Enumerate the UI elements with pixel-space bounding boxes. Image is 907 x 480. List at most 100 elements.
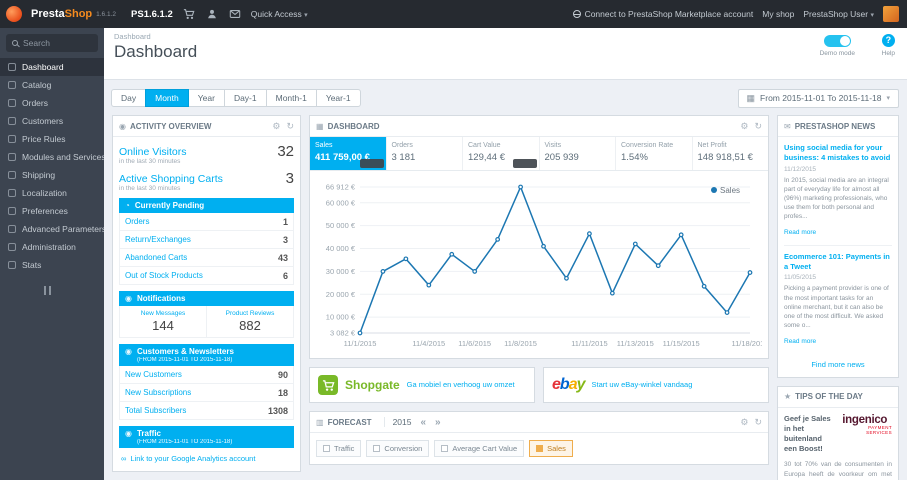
kpi-tab[interactable]: Conversion Rate 1.54%	[616, 137, 693, 170]
customers-row[interactable]: New Subscriptions 18	[119, 384, 294, 402]
notification-label[interactable]: New Messages	[122, 310, 204, 317]
refresh-icon[interactable]: ↻	[286, 121, 294, 132]
kpi-value: 205 939	[544, 152, 579, 163]
forecast-metric-toggle[interactable]: Average Cart Value	[434, 440, 525, 457]
read-more-link[interactable]: Read more	[784, 229, 816, 236]
news-excerpt: Picking a payment provider is one of the…	[784, 285, 889, 329]
kpi-row: Sales 411 759,00 € Orders 3 181 Cart Val…	[310, 137, 768, 171]
date-range-picker[interactable]: ▦ From 2015-11-01 To 2015-11-18 ▾	[737, 88, 899, 108]
demo-mode-toggle[interactable]	[823, 35, 851, 47]
forecast-metric-toggle[interactable]: Sales	[529, 440, 573, 457]
refresh-icon[interactable]: ↻	[754, 417, 762, 428]
kpi-label: Cart Value	[468, 142, 501, 149]
customers-row[interactable]: Total Subscribers 1308	[119, 402, 294, 420]
range-button[interactable]: Year	[187, 89, 225, 107]
notification-label[interactable]: Product Reviews	[209, 310, 291, 317]
collapse-sidebar-button[interactable]	[44, 286, 104, 295]
range-button[interactable]: Day-1	[223, 89, 267, 107]
marketplace-link[interactable]: Connect to PrestaShop Marketplace accoun…	[572, 9, 753, 19]
read-more-link[interactable]: Read more	[784, 338, 816, 345]
customers-row-label[interactable]: Total Subscribers	[125, 406, 186, 415]
gear-icon[interactable]: ⚙	[740, 121, 748, 132]
range-button[interactable]: Year-1	[315, 89, 361, 107]
kpi-tab[interactable]: Sales 411 759,00 €	[310, 137, 387, 170]
ebay-promo-link[interactable]: Start uw eBay-winkel vandaag	[592, 380, 693, 390]
sidebar-item[interactable]: Catalog	[0, 76, 104, 94]
active-carts-link[interactable]: Active Shopping Carts	[119, 173, 223, 185]
sidebar-item[interactable]: Price Rules	[0, 130, 104, 148]
shopgate-promo[interactable]: Shopgate Ga mobiel en verhoog uw omzet	[309, 367, 535, 403]
shop-name-link[interactable]: PS1.6.1.2	[131, 9, 173, 20]
quick-access-label: Quick Access	[250, 9, 302, 19]
svg-text:30 000 €: 30 000 €	[326, 267, 356, 276]
svg-text:11/8/2015: 11/8/2015	[504, 339, 537, 348]
brand: PrestaShop	[31, 8, 93, 20]
section-subtitle: (FROM 2015-11-01 TO 2015-11-18)	[136, 357, 233, 363]
google-analytics-link[interactable]: ∞ Link to your Google Analytics account	[119, 448, 294, 465]
menu-item-icon	[8, 153, 16, 161]
sidebar-item[interactable]: Orders	[0, 94, 104, 112]
customers-row-label[interactable]: New Subscriptions	[125, 388, 191, 397]
svg-text:3 082 €: 3 082 €	[330, 329, 356, 338]
range-button[interactable]: Month	[145, 89, 189, 107]
pending-row-label[interactable]: Return/Exchanges	[125, 235, 191, 244]
pending-row[interactable]: Orders 1	[119, 213, 294, 231]
pending-row-label[interactable]: Orders	[125, 217, 149, 226]
messages-notifications-icon[interactable]	[228, 7, 242, 21]
sidebar-item[interactable]: Localization	[0, 184, 104, 202]
gear-icon[interactable]: ⚙	[740, 417, 748, 428]
kpi-tab[interactable]: Orders 3 181	[387, 137, 463, 170]
quick-access-menu[interactable]: Quick Access ▾	[251, 9, 308, 19]
kpi-tab[interactable]: Visits 205 939	[540, 137, 616, 170]
sidebar-item[interactable]: Preferences	[0, 202, 104, 220]
forecast-metric-toggle[interactable]: Conversion	[366, 440, 430, 457]
notification-cell[interactable]: New Messages 144	[120, 306, 206, 337]
shopgate-promo-link[interactable]: Ga mobiel en verhoog uw omzet	[407, 380, 515, 390]
sidebar-item[interactable]: Modules and Services	[0, 148, 104, 166]
online-visitors-link[interactable]: Online Visitors	[119, 146, 187, 158]
pending-row[interactable]: Abandoned Carts 43	[119, 249, 294, 267]
dashboard-icon: ▦	[316, 121, 324, 131]
sidebar-item[interactable]: Advanced Parameters	[0, 220, 104, 238]
orders-notifications-icon[interactable]	[182, 7, 196, 21]
sidebar-item[interactable]: Stats	[0, 256, 104, 274]
pending-row-label[interactable]: Out of Stock Products	[125, 271, 203, 280]
shopgate-logo-text: Shopgate	[345, 378, 400, 392]
sidebar-item[interactable]: Administration	[0, 238, 104, 256]
range-button[interactable]: Month-1	[265, 89, 317, 107]
my-shop-link[interactable]: My shop	[762, 9, 794, 19]
customers-notifications-icon[interactable]	[205, 7, 219, 21]
kpi-tab[interactable]: Net Profit 148 918,51 €	[693, 137, 769, 170]
range-button[interactable]: Day	[111, 89, 147, 107]
sidebar-item[interactable]: Shipping	[0, 166, 104, 184]
find-more-news-link[interactable]: Find more news	[778, 360, 898, 377]
pending-row[interactable]: Return/Exchanges 3	[119, 231, 294, 249]
user-menu[interactable]: PrestaShop User ▾	[803, 9, 874, 19]
kpi-tab[interactable]: Cart Value 129,44 €	[463, 137, 540, 170]
pending-row[interactable]: Out of Stock Products 6	[119, 267, 294, 285]
menu-item-label: Shipping	[22, 170, 56, 180]
forecast-metric-toggle[interactable]: Traffic	[316, 440, 362, 457]
forecast-next-button[interactable]: »	[435, 417, 441, 428]
sidebar-item[interactable]: Dashboard	[0, 58, 104, 76]
customers-newsletters-header: ◉ Customers & Newsletters (FROM 2015-11-…	[119, 344, 294, 366]
refresh-icon[interactable]: ↻	[754, 121, 762, 132]
active-carts-sub: in the last 30 minutes	[119, 185, 181, 192]
notification-cell[interactable]: Product Reviews 882	[206, 306, 293, 337]
news-title-link[interactable]: Ecommerce 101: Payments in a Tweet	[784, 252, 892, 272]
menu-item-icon	[8, 261, 16, 269]
search-input[interactable]	[23, 38, 93, 48]
help-icon[interactable]: ?	[881, 34, 895, 47]
customers-row-label[interactable]: New Customers	[125, 370, 182, 379]
pending-row-label[interactable]: Abandoned Carts	[125, 253, 187, 262]
ebay-promo[interactable]: ebay Start uw eBay-winkel vandaag	[543, 367, 769, 403]
sidebar-item[interactable]: Customers	[0, 112, 104, 130]
forecast-prev-button[interactable]: «	[420, 417, 426, 428]
news-title-link[interactable]: Using social media for your business: 4 …	[784, 143, 892, 163]
traffic-header: ◉ Traffic (FROM 2015-11-01 TO 2015-11-18…	[119, 426, 294, 448]
gear-icon[interactable]: ⚙	[272, 121, 280, 132]
version-label: 1.6.1.2	[96, 11, 117, 18]
customers-row[interactable]: New Customers 90	[119, 366, 294, 384]
user-avatar[interactable]	[883, 6, 899, 22]
svg-text:60 000 €: 60 000 €	[326, 198, 356, 207]
